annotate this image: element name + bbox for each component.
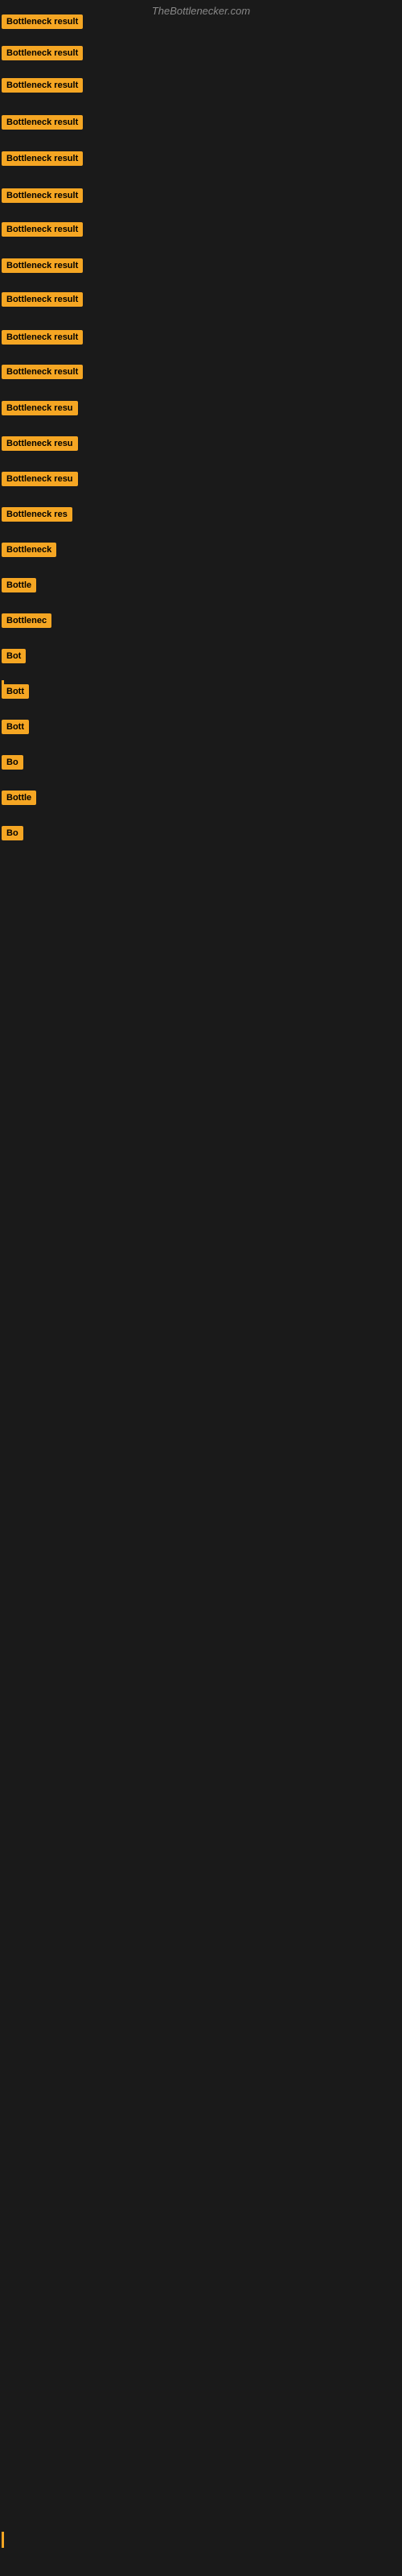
- bottleneck-badge-container-6: Bottleneck result: [2, 188, 83, 207]
- bottleneck-badge-2[interactable]: Bottleneck result: [2, 46, 83, 60]
- bottleneck-badge-container-24: Bo: [2, 826, 23, 844]
- bottleneck-badge-container-16: Bottleneck: [2, 543, 56, 561]
- bottleneck-badge-container-18: Bottlenec: [2, 613, 51, 632]
- bottleneck-badge-14[interactable]: Bottleneck resu: [2, 472, 78, 486]
- bottleneck-badge-container-17: Bottle: [2, 578, 36, 597]
- bottleneck-badge-container-23: Bottle: [2, 791, 36, 809]
- bottleneck-badge-24[interactable]: Bo: [2, 826, 23, 840]
- bottleneck-badge-3[interactable]: Bottleneck result: [2, 78, 83, 93]
- bottleneck-badge-6[interactable]: Bottleneck result: [2, 188, 83, 203]
- bottleneck-badge-container-3: Bottleneck result: [2, 78, 83, 97]
- bottleneck-badge-container-12: Bottleneck resu: [2, 401, 78, 419]
- bottleneck-badge-1[interactable]: Bottleneck result: [2, 14, 83, 29]
- vertical-bar-1: [2, 680, 4, 696]
- bottleneck-badge-container-7: Bottleneck result: [2, 222, 83, 241]
- bottleneck-badge-19[interactable]: Bot: [2, 649, 26, 663]
- bottleneck-badge-5[interactable]: Bottleneck result: [2, 151, 83, 166]
- bottleneck-badge-4[interactable]: Bottleneck result: [2, 115, 83, 130]
- bottleneck-badge-container-19: Bot: [2, 649, 26, 667]
- bottleneck-badge-17[interactable]: Bottle: [2, 578, 36, 592]
- bottleneck-badge-container-8: Bottleneck result: [2, 258, 83, 277]
- bottleneck-badge-container-9: Bottleneck result: [2, 292, 83, 311]
- bottleneck-badge-23[interactable]: Bottle: [2, 791, 36, 805]
- bottleneck-badge-container-14: Bottleneck resu: [2, 472, 78, 490]
- bottleneck-badge-container-22: Bo: [2, 755, 23, 774]
- bottleneck-badge-22[interactable]: Bo: [2, 755, 23, 770]
- bottleneck-badge-16[interactable]: Bottleneck: [2, 543, 56, 557]
- bottleneck-badge-7[interactable]: Bottleneck result: [2, 222, 83, 237]
- bottleneck-badge-9[interactable]: Bottleneck result: [2, 292, 83, 307]
- bottleneck-badge-container-20: Bott: [2, 684, 29, 703]
- bottleneck-badge-18[interactable]: Bottlenec: [2, 613, 51, 628]
- bottleneck-badge-container-21: Bott: [2, 720, 29, 738]
- bottleneck-badge-13[interactable]: Bottleneck resu: [2, 436, 78, 451]
- bottleneck-badge-10[interactable]: Bottleneck result: [2, 330, 83, 345]
- bottleneck-badge-container-10: Bottleneck result: [2, 330, 83, 349]
- vertical-bar-2: [2, 2532, 4, 2548]
- bottleneck-badge-container-1: Bottleneck result: [2, 14, 83, 33]
- bottleneck-badge-21[interactable]: Bott: [2, 720, 29, 734]
- bottleneck-badge-container-4: Bottleneck result: [2, 115, 83, 134]
- bottleneck-badge-20[interactable]: Bott: [2, 684, 29, 699]
- bottleneck-badge-container-5: Bottleneck result: [2, 151, 83, 170]
- bottleneck-badge-11[interactable]: Bottleneck result: [2, 365, 83, 379]
- bottleneck-badge-container-15: Bottleneck res: [2, 507, 72, 526]
- bottleneck-badge-8[interactable]: Bottleneck result: [2, 258, 83, 273]
- bottleneck-badge-container-2: Bottleneck result: [2, 46, 83, 64]
- bottleneck-badge-15[interactable]: Bottleneck res: [2, 507, 72, 522]
- bottleneck-badge-container-13: Bottleneck resu: [2, 436, 78, 455]
- bottleneck-badge-container-11: Bottleneck result: [2, 365, 83, 383]
- bottleneck-badge-12[interactable]: Bottleneck resu: [2, 401, 78, 415]
